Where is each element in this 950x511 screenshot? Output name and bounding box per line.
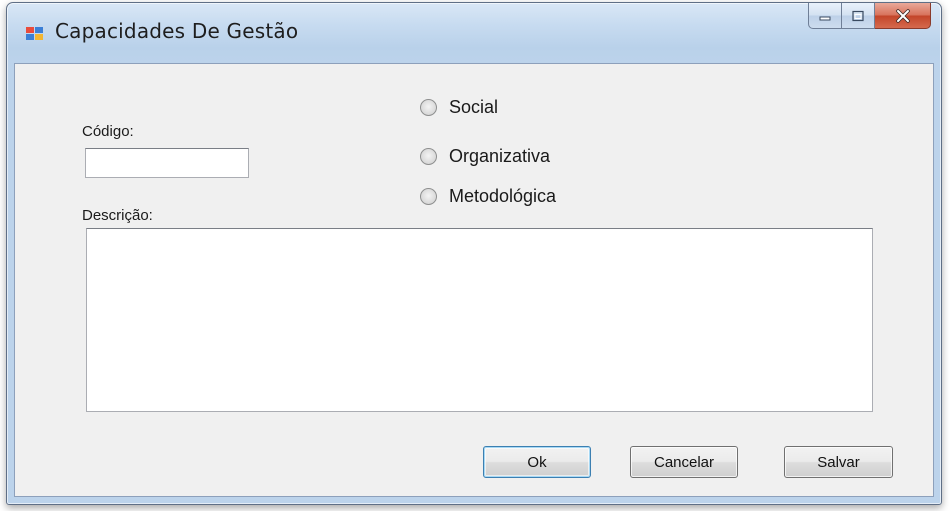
caption-buttons bbox=[808, 3, 931, 29]
title-bar[interactable]: Capacidades De Gestão bbox=[7, 3, 941, 63]
maximize-button[interactable] bbox=[842, 3, 875, 29]
save-button[interactable]: Salvar bbox=[784, 446, 893, 478]
radio-label: Organizativa bbox=[449, 146, 551, 166]
radio-label: Metodológica bbox=[449, 186, 557, 206]
radio-button-icon bbox=[420, 148, 437, 165]
close-button[interactable] bbox=[875, 3, 931, 29]
form-body: Código: Descrição: Social Organizativa M… bbox=[14, 63, 934, 497]
window-title: Capacidades De Gestão bbox=[55, 19, 299, 43]
radio-metodologica[interactable]: Metodológica bbox=[420, 186, 556, 207]
codigo-label: Código: bbox=[82, 123, 134, 140]
radio-button-icon bbox=[420, 188, 437, 205]
minimize-button[interactable] bbox=[808, 3, 842, 29]
radio-social[interactable]: Social bbox=[420, 97, 498, 118]
radio-label: Social bbox=[449, 97, 499, 117]
minimize-icon bbox=[819, 16, 831, 20]
codigo-input[interactable] bbox=[85, 148, 249, 178]
app-icon bbox=[26, 27, 43, 40]
radio-organizativa[interactable]: Organizativa bbox=[420, 146, 550, 167]
descricao-textarea[interactable] bbox=[86, 228, 873, 412]
maximize-icon bbox=[852, 10, 864, 21]
cancel-button[interactable]: Cancelar bbox=[630, 446, 738, 478]
radio-button-icon bbox=[420, 99, 437, 116]
close-icon bbox=[895, 8, 910, 23]
ok-button[interactable]: Ok bbox=[483, 446, 591, 478]
dialog-window: Capacidades De Gestão Código: Descrição:… bbox=[6, 2, 942, 505]
descricao-label: Descrição: bbox=[82, 207, 153, 224]
